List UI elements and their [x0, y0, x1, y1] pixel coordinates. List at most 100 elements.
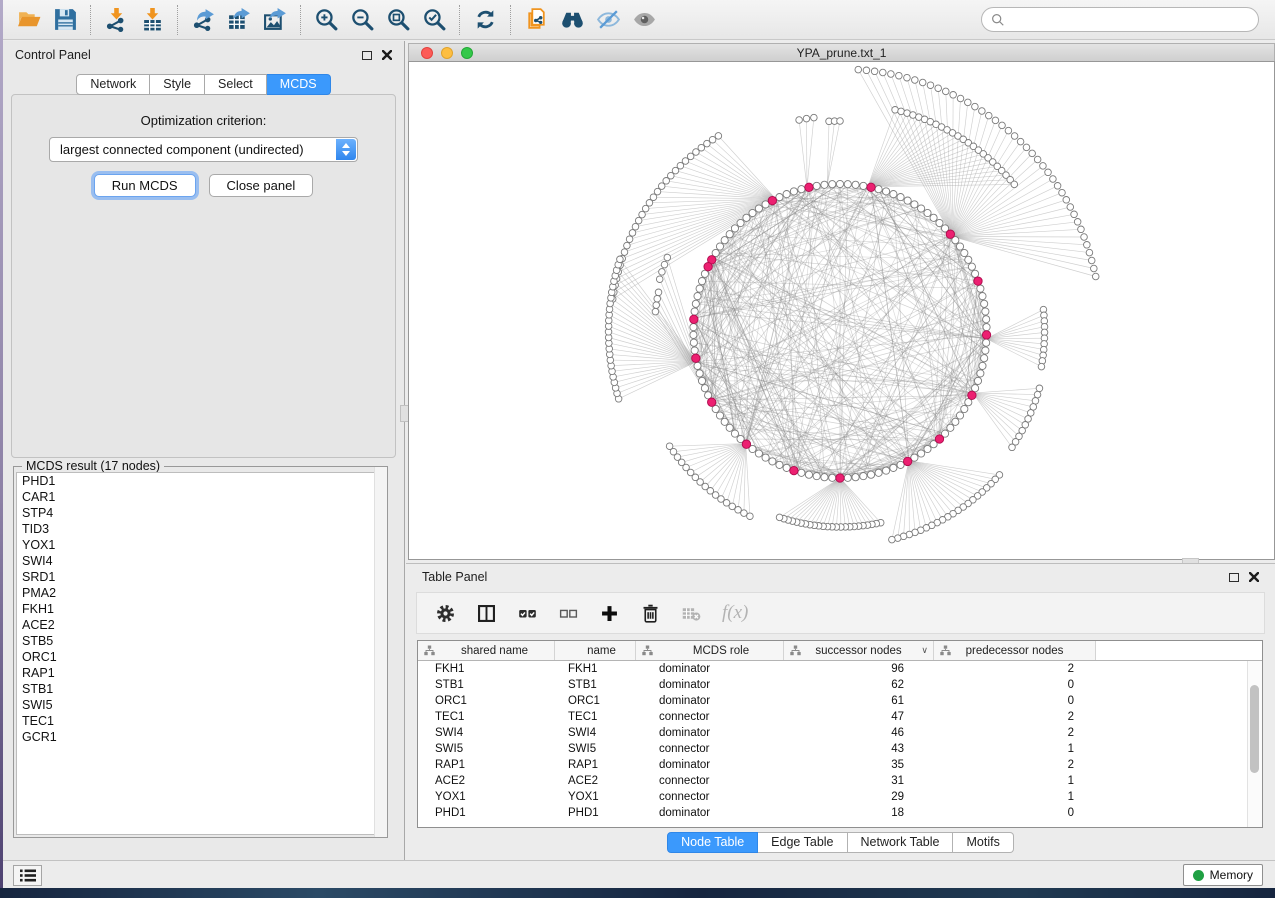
tab-node-table[interactable]: Node Table	[667, 832, 758, 853]
show-details-button[interactable]	[626, 4, 662, 36]
hide-details-button[interactable]	[590, 4, 626, 36]
network-canvas[interactable]	[408, 61, 1275, 560]
import-network-button[interactable]	[98, 4, 134, 36]
delete-table-button[interactable]	[681, 603, 702, 624]
close-panel-icon[interactable]	[1249, 572, 1259, 582]
deselect-all-icon	[558, 603, 579, 624]
tab-network-table[interactable]: Network Table	[848, 832, 954, 853]
table-row[interactable]: ACE2ACE2connector311	[418, 773, 1262, 789]
table-cell: SWI4	[555, 725, 636, 741]
criterion-select[interactable]: largest connected component (undirected)	[49, 137, 358, 162]
network-window-titlebar[interactable]: YPA_prune.txt_1	[408, 43, 1275, 61]
select-all-icon	[517, 603, 538, 624]
clone-network-button[interactable]	[518, 4, 554, 36]
table-cell: 31	[784, 773, 934, 789]
table-cell: SWI5	[418, 741, 555, 757]
tab-mcds[interactable]: MCDS	[267, 74, 331, 95]
task-history-button[interactable]	[13, 865, 42, 886]
table-row[interactable]: SWI5SWI5connector431	[418, 741, 1262, 757]
result-list-scrollbar[interactable]	[374, 467, 387, 837]
gear-icon	[435, 603, 456, 624]
table-scrollbar[interactable]	[1247, 661, 1262, 827]
table-cell: connector	[636, 789, 784, 805]
column-header-predecessor-nodes[interactable]: predecessor nodes	[934, 641, 1096, 660]
binoculars-icon	[560, 7, 585, 32]
function-builder-button[interactable]: f(x)	[722, 602, 748, 624]
zoom-selected-button[interactable]	[416, 4, 452, 36]
list-item[interactable]: ACE2	[17, 617, 384, 633]
list-item[interactable]: YOX1	[17, 537, 384, 553]
zoom-in-button[interactable]	[308, 4, 344, 36]
table-cell: SWI4	[418, 725, 555, 741]
table-row[interactable]: SWI4SWI4dominator462	[418, 725, 1262, 741]
column-header-shared-name[interactable]: shared name	[418, 641, 555, 660]
list-item[interactable]: RAP1	[17, 665, 384, 681]
open-session-button[interactable]	[11, 4, 47, 36]
list-item[interactable]: FKH1	[17, 601, 384, 617]
list-item[interactable]: CAR1	[17, 489, 384, 505]
table-row[interactable]: YOX1YOX1connector291	[418, 789, 1262, 805]
list-item[interactable]: TID3	[17, 521, 384, 537]
apply-layout-button[interactable]	[467, 4, 503, 36]
column-header-mcds-role[interactable]: MCDS role	[636, 641, 784, 660]
table-row[interactable]: TEC1TEC1connector472	[418, 709, 1262, 725]
list-item[interactable]: SRD1	[17, 569, 384, 585]
find-button[interactable]	[554, 4, 590, 36]
select-all-columns-button[interactable]	[517, 603, 538, 624]
list-item[interactable]: SWI5	[17, 697, 384, 713]
table-row[interactable]: STB1STB1dominator620	[418, 677, 1262, 693]
list-item[interactable]: STB5	[17, 633, 384, 649]
table-scrollbar-thumb[interactable]	[1250, 685, 1259, 773]
delete-column-button[interactable]	[640, 603, 661, 624]
export-image-icon	[263, 7, 288, 32]
save-session-button[interactable]	[47, 4, 83, 36]
tab-motifs[interactable]: Motifs	[953, 832, 1013, 853]
zoom-out-button[interactable]	[344, 4, 380, 36]
deselect-all-columns-button[interactable]	[558, 603, 579, 624]
table-row[interactable]: PHD1PHD1dominator180	[418, 805, 1262, 821]
network-area: YPA_prune.txt_1 Table Panel	[406, 41, 1275, 860]
export-table-button[interactable]	[221, 4, 257, 36]
import-table-button[interactable]	[134, 4, 170, 36]
toolbar-separator	[177, 5, 178, 35]
node-table-body: FKH1FKH1dominator962STB1STB1dominator620…	[418, 661, 1262, 827]
tab-select[interactable]: Select	[205, 74, 267, 95]
list-item[interactable]: STB1	[17, 681, 384, 697]
table-row[interactable]: ORC1ORC1dominator610	[418, 693, 1262, 709]
float-panel-icon[interactable]	[1229, 573, 1239, 582]
create-column-button[interactable]	[599, 603, 620, 624]
tab-style[interactable]: Style	[150, 74, 205, 95]
table-cell: 43	[784, 741, 934, 757]
shared-column-icon	[642, 645, 653, 656]
list-item[interactable]: SWI4	[17, 553, 384, 569]
tab-edge-table[interactable]: Edge Table	[758, 832, 847, 853]
list-item[interactable]: PHD1	[17, 473, 384, 489]
table-settings-button[interactable]	[435, 603, 456, 624]
close-panel-icon[interactable]	[382, 50, 392, 60]
list-item[interactable]: STP4	[17, 505, 384, 521]
table-cell: FKH1	[418, 661, 555, 677]
tab-network[interactable]: Network	[76, 74, 150, 95]
list-item[interactable]: TEC1	[17, 713, 384, 729]
zoom-fit-button[interactable]	[380, 4, 416, 36]
export-network-button[interactable]	[185, 4, 221, 36]
float-panel-icon[interactable]	[362, 51, 372, 60]
memory-button[interactable]: Memory	[1183, 864, 1263, 886]
column-header-successor-nodes[interactable]: successor nodes ∨	[784, 641, 934, 660]
run-mcds-button[interactable]: Run MCDS	[94, 174, 196, 197]
table-cell: 2	[934, 661, 1096, 677]
table-row[interactable]: RAP1RAP1dominator352	[418, 757, 1262, 773]
table-row[interactable]: FKH1FKH1dominator962	[418, 661, 1262, 677]
close-panel-button[interactable]: Close panel	[209, 174, 314, 197]
search-input[interactable]	[1011, 13, 1249, 27]
list-item[interactable]: GCR1	[17, 729, 384, 745]
column-header-name[interactable]: name	[555, 641, 636, 660]
zoom-selected-icon	[422, 7, 447, 32]
eye-slash-icon	[596, 7, 621, 32]
show-columns-button[interactable]	[476, 603, 497, 624]
list-item[interactable]: PMA2	[17, 585, 384, 601]
list-item[interactable]: ORC1	[17, 649, 384, 665]
mcds-result-list: PHD1CAR1STP4TID3YOX1SWI4SRD1PMA2FKH1ACE2…	[16, 472, 385, 835]
export-image-button[interactable]	[257, 4, 293, 36]
zoom-in-icon	[314, 7, 339, 32]
